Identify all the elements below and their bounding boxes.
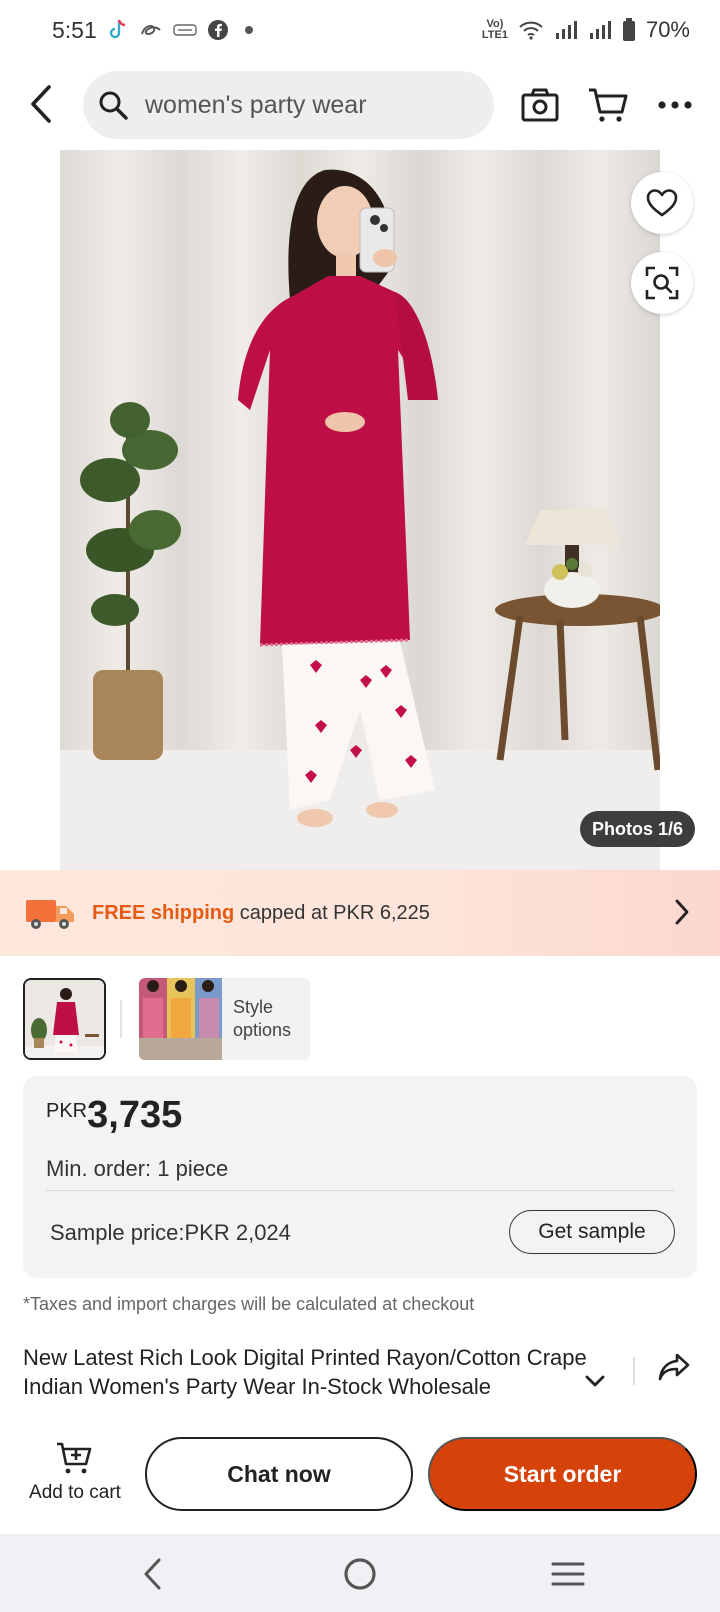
variant-thumbnail-image [25, 980, 104, 1058]
style-options-button[interactable]: Style options [139, 978, 310, 1060]
system-back-icon [144, 1558, 161, 1590]
system-navigation-bar [0, 1534, 720, 1612]
start-order-button[interactable]: Start order [428, 1437, 697, 1511]
add-to-cart-icon [57, 1442, 92, 1474]
top-nav: women's party wear [0, 70, 720, 140]
shipping-cap-text: capped at PKR 6,225 [234, 901, 430, 924]
system-menu-icon [551, 1562, 585, 1586]
price-value: 3,735 [87, 1094, 183, 1136]
free-shipping-highlight: FREE shipping [92, 901, 235, 924]
product-image[interactable] [60, 150, 660, 870]
search-input[interactable]: women's party wear [83, 71, 494, 139]
signal-icon-2 [589, 21, 611, 39]
price-card: PKR 3,735 Min. order: 1 piece Sample pri… [23, 1076, 697, 1278]
delivery-truck-icon [26, 900, 74, 929]
chevron-left-icon [31, 85, 51, 123]
chat-now-button[interactable]: Chat now [145, 1437, 413, 1511]
favorite-button[interactable] [631, 172, 693, 234]
min-order: Min. order: 1 piece [46, 1156, 229, 1181]
heart-icon [646, 189, 678, 217]
system-back-button[interactable] [131, 1552, 175, 1596]
price-currency: PKR [46, 1100, 88, 1122]
back-button[interactable] [18, 80, 66, 128]
photo-counter[interactable]: Photos 1/6 [580, 811, 696, 847]
shipping-banner[interactable]: FREE shipping capped at PKR 6,225 [0, 870, 720, 956]
dot-icon [244, 26, 253, 34]
system-home-icon [344, 1558, 376, 1590]
camera-icon [521, 88, 559, 122]
product-title[interactable]: New Latest Rich Look Digital Printed Ray… [23, 1343, 613, 1401]
signal-icon-1 [555, 21, 577, 39]
system-home-button[interactable] [338, 1552, 382, 1596]
chevron-down-icon[interactable] [584, 1374, 606, 1388]
camera-search-button[interactable] [517, 82, 563, 128]
style-options-image [139, 978, 222, 1060]
temu-icon [173, 24, 197, 36]
image-search-button[interactable] [631, 252, 693, 314]
search-query: women's party wear [145, 90, 367, 119]
cart-button[interactable] [585, 82, 631, 128]
status-bar: 5:51 Vo) LTE1 70% [0, 0, 720, 60]
sample-price: Sample price:PKR 2,024 [50, 1220, 291, 1245]
style-options-label: Style options [233, 997, 292, 1040]
share-button[interactable] [657, 1352, 691, 1387]
more-button[interactable] [652, 82, 698, 128]
more-dots-icon [658, 101, 692, 109]
volte-icon: Vo) LTE1 [481, 18, 508, 41]
visual-search-icon [645, 266, 679, 300]
add-to-cart-label: Add to cart [29, 1482, 121, 1503]
share-icon [658, 1353, 690, 1381]
system-menu-button[interactable] [546, 1552, 590, 1596]
title-divider [633, 1357, 635, 1385]
get-sample-button[interactable]: Get sample [509, 1210, 675, 1254]
search-icon [99, 91, 128, 120]
tax-note: *Taxes and import charges will be calcul… [23, 1294, 475, 1314]
shipping-text: FREE shipping capped at PKR 6,225 [92, 902, 430, 925]
app-icon [140, 25, 161, 36]
variant-divider [120, 1000, 122, 1038]
wifi-icon [519, 21, 543, 40]
variant-thumbnail-selected[interactable] [23, 978, 106, 1060]
battery-icon [622, 18, 635, 41]
tiktok-icon [109, 19, 125, 39]
cart-icon [589, 88, 628, 122]
add-to-cart-button[interactable]: Add to cart [20, 1440, 130, 1510]
chevron-right-icon [675, 899, 689, 925]
product-photo [60, 150, 660, 870]
facebook-icon [207, 20, 228, 40]
price-card-divider [46, 1190, 674, 1191]
notification-icons [107, 18, 253, 42]
price: PKR 3,735 [46, 1094, 182, 1137]
battery-percent: 70% [645, 17, 690, 42]
status-time: 5:51 [52, 16, 97, 43]
